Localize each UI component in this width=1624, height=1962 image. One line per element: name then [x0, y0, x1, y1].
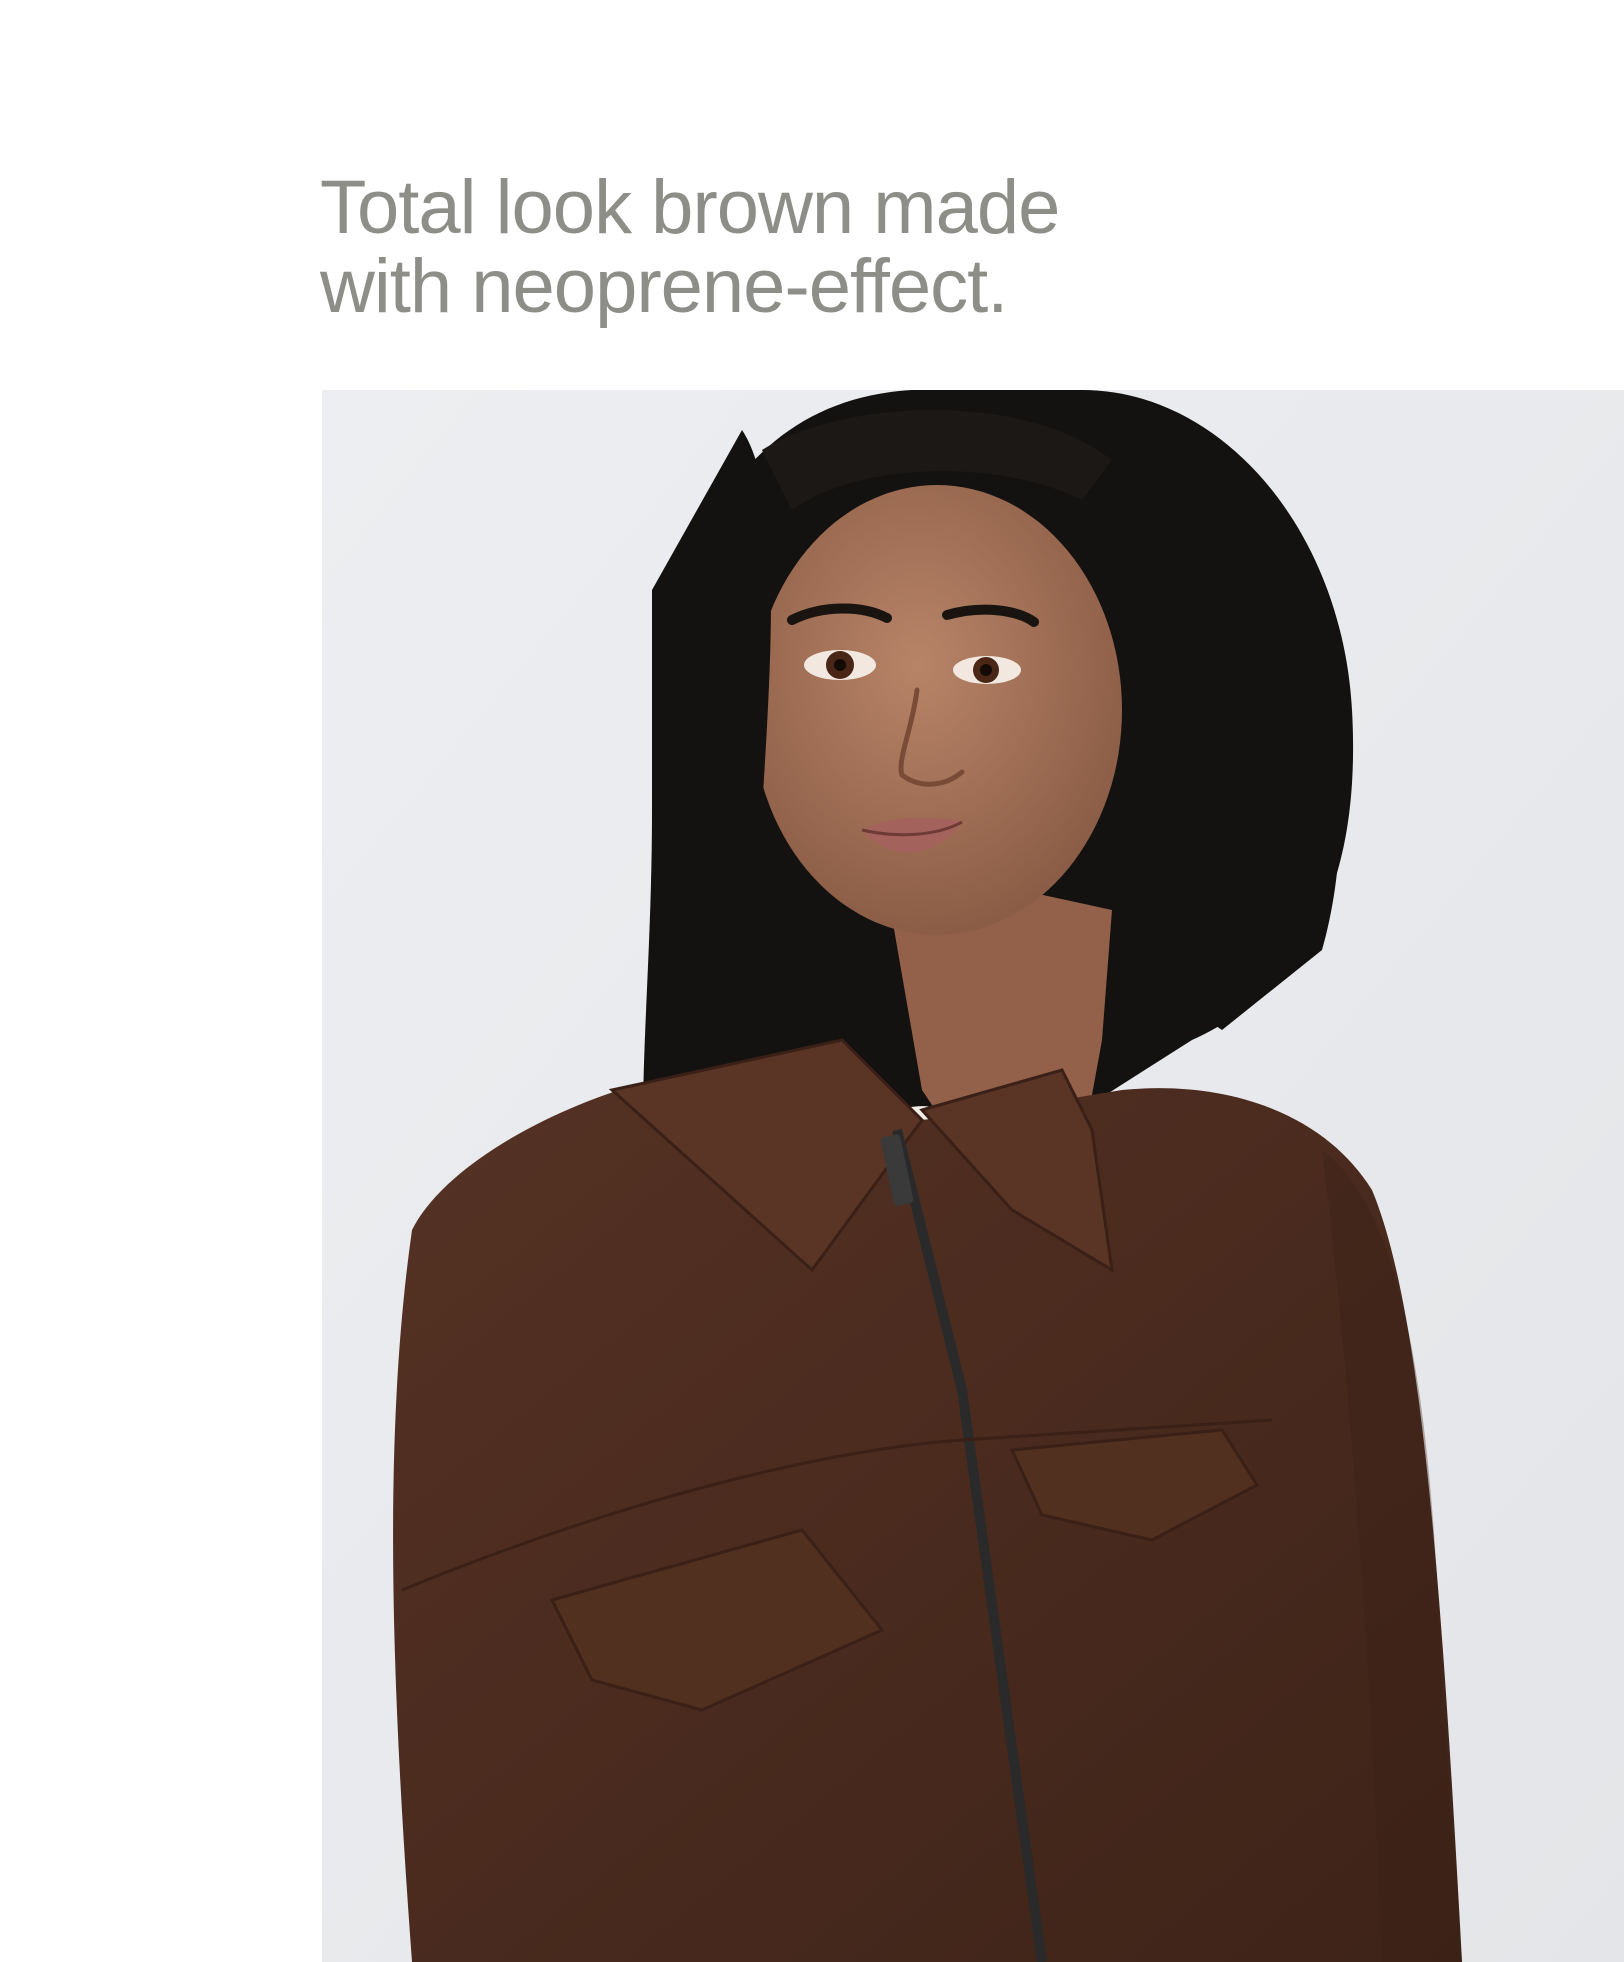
- jacket: [393, 1080, 1462, 1962]
- headline: Total look brown made with neoprene-effe…: [320, 168, 1140, 326]
- headline-line-2: with neoprene-effect.: [320, 244, 1008, 329]
- face: [752, 485, 1122, 935]
- headline-line-1: Total look brown made: [320, 165, 1060, 250]
- product-photo: [322, 390, 1624, 1962]
